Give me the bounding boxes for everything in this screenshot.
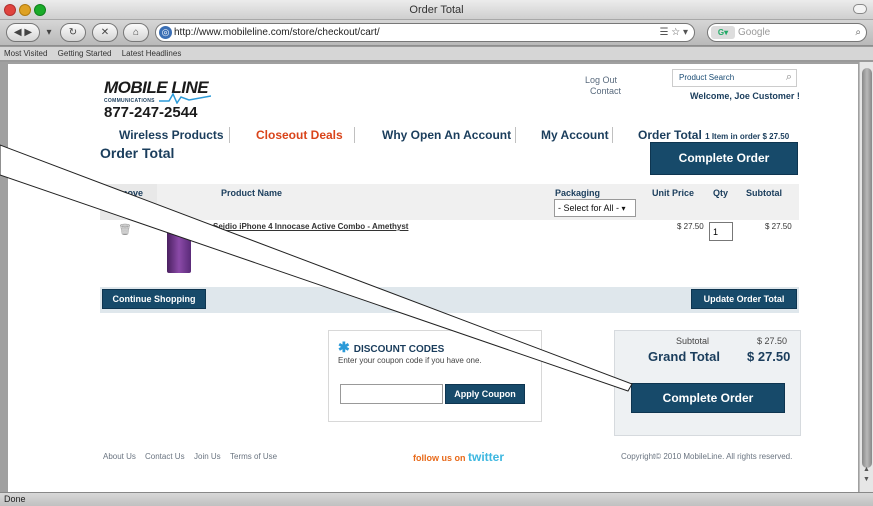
footer-terms-link[interactable]: Terms of Use [230,452,277,461]
discount-title: ✱ DISCOUNT CODES [338,339,444,356]
history-dropdown-icon[interactable]: ▾ [44,23,54,42]
page-title: Order Total [100,145,175,161]
col-unit-price: Unit Price [652,188,695,198]
browser-toolbar: ◀ ▶ ▾ ↻ ✕ ⌂ ◎ http://www.mobileline.com/… [0,20,873,46]
unit-price-value: $ 27.50 [677,222,704,231]
search-icon[interactable]: ⌕ [855,24,861,41]
cart-table-header [100,184,799,220]
search-bar[interactable]: G▾ Google ⌕ [707,23,867,42]
address-text: http://www.mobileline.com/store/checkout… [174,27,380,38]
subtotal-label: Subtotal [676,336,710,346]
update-order-total-button[interactable]: Update Order Total [691,289,797,309]
nav-closeout-deals[interactable]: Closeout Deals [256,128,343,142]
line-subtotal-value: $ 27.50 [765,222,792,231]
welcome-message: Welcome, Joe Customer ! [690,91,800,101]
footer-about-link[interactable]: About Us [103,452,136,461]
nav-divider [229,127,230,143]
vertical-scrollbar[interactable]: ▲ ▼ [859,62,873,492]
complete-order-button-bottom[interactable]: Complete Order [631,383,785,413]
packaging-select-value: - Select for All - [558,203,620,213]
scroll-down-icon[interactable]: ▼ [863,476,870,483]
bookmark-getting-started[interactable]: Getting Started [58,49,112,58]
search-placeholder: Google [738,27,771,38]
bookmarks-toolbar: Most Visited Getting Started Latest Head… [0,47,873,61]
nav-order-total[interactable]: Order Total 1 Item in order $ 27.50 [638,128,789,142]
complete-order-button-top[interactable]: Complete Order [650,142,798,175]
chevron-down-icon: ▾ [621,204,626,213]
apply-coupon-button[interactable]: Apply Coupon [445,384,525,404]
nav-divider [515,127,516,143]
window-titlebar: Order Total [0,0,873,20]
order-summary: 1 Item in order $ 27.50 [705,132,790,141]
home-icon: ⌂ [132,27,140,38]
col-subtotal: Subtotal [746,188,782,198]
stop-icon: ✕ [100,27,110,38]
reload-button[interactable]: ↻ [60,23,86,42]
col-packaging: Packaging [555,188,601,198]
stop-button[interactable]: ✕ [92,23,118,42]
twitter-wordmark: twitter [468,450,505,464]
bookmark-most-visited[interactable]: Most Visited [4,49,47,58]
discount-hint: Enter your coupon code if you have one. [338,356,482,365]
site-logo[interactable]: MOBILE LINE COMMUNICATIONS 877-247-2544 [104,78,211,121]
back-forward-buttons[interactable]: ◀ ▶ [6,23,40,42]
snowflake-icon: ✱ [338,339,350,355]
phone-number: 877-247-2544 [104,104,198,121]
copyright-text: Copyright© 2010 MobileLine. All rights r… [621,452,793,461]
contact-link[interactable]: Contact [590,86,621,96]
follow-prefix: follow us on [413,453,466,463]
logout-link[interactable]: Log Out [585,75,617,85]
nav-why-open-account[interactable]: Why Open An Account [382,128,511,142]
product-name-link[interactable]: Seidio iPhone 4 Innocase Active Combo - … [213,222,408,231]
col-product-name: Product Name [221,188,283,198]
home-button[interactable]: ⌂ [123,23,149,42]
col-qty: Qty [713,188,729,198]
trash-icon[interactable]: 🗑 [118,223,132,236]
rss-star-icons[interactable]: ☰ ☆ ▾ [659,24,688,41]
coupon-code-input[interactable] [340,384,443,404]
web-page: MOBILE LINE COMMUNICATIONS 877-247-2544 … [8,64,858,492]
forward-arrow-icon[interactable]: ▶ [24,27,32,38]
packaging-select-all[interactable]: - Select for All - ▾ [554,199,636,217]
grand-total-value: $ 27.50 [747,349,791,364]
window-title: Order Total [409,4,464,16]
follow-twitter-link[interactable]: follow us on twitter [413,450,504,464]
nav-divider [612,127,613,143]
site-identity-icon[interactable]: ◎ [159,26,172,39]
nav-my-account[interactable]: My Account [541,128,609,142]
scroll-up-icon[interactable]: ▲ [863,466,870,473]
discount-title-text: DISCOUNT CODES [353,344,445,355]
product-search-placeholder: Product Search [679,73,735,82]
nav-divider [354,127,355,143]
back-arrow-icon[interactable]: ◀ [14,27,22,38]
logo-wave-icon [159,92,211,104]
footer-contact-link[interactable]: Contact Us [145,452,185,461]
col-remove: Remove [108,188,144,198]
quantity-input[interactable]: 1 [709,222,733,241]
google-engine-icon[interactable]: G▾ [711,26,735,39]
scrollbar-thumb[interactable] [862,68,872,468]
product-search-input[interactable]: Product Search ⌕ [672,69,797,87]
status-bar: Done [0,492,873,506]
toolbar-toggle-button[interactable] [853,4,867,14]
nav-order-total-label: Order Total [638,128,702,142]
nav-wireless-products[interactable]: Wireless Products [119,128,224,142]
grand-total-label: Grand Total [648,349,720,364]
continue-shopping-button[interactable]: Continue Shopping [102,289,206,309]
reload-icon: ↻ [68,27,78,38]
product-image[interactable] [167,225,191,273]
bookmark-latest-headlines[interactable]: Latest Headlines [122,49,182,58]
footer-join-link[interactable]: Join Us [194,452,221,461]
subtotal-value: $ 27.50 [757,336,788,346]
search-icon[interactable]: ⌕ [786,71,792,84]
address-bar[interactable]: ◎ http://www.mobileline.com/store/checko… [155,23,695,42]
